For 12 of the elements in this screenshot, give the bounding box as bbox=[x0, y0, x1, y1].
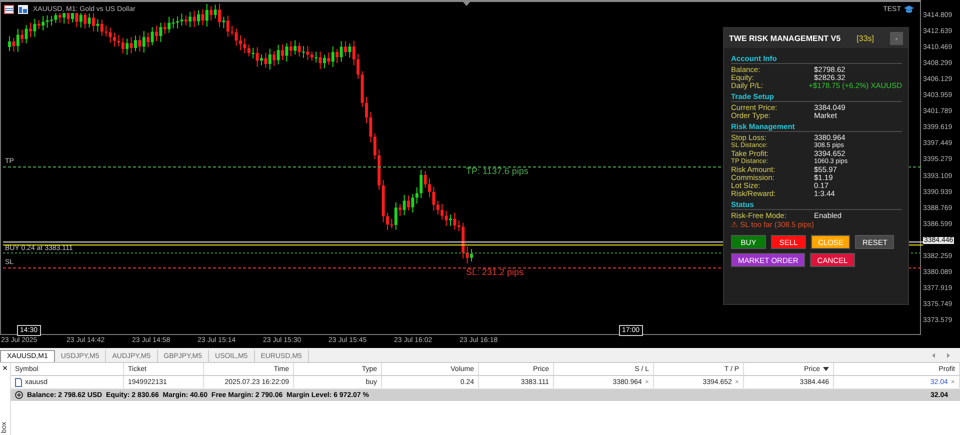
document-icon bbox=[15, 378, 22, 386]
close-button[interactable]: × bbox=[2, 363, 8, 373]
grid-icon[interactable] bbox=[4, 5, 14, 14]
countdown-timer: [33s] bbox=[856, 34, 874, 42]
level-note: TP: 1137.6 pips bbox=[466, 166, 528, 176]
level-note: SL: 231.2 pips bbox=[466, 267, 524, 277]
panel-title: TWE RISK MANAGEMENT V5 bbox=[729, 34, 842, 42]
minimize-button[interactable]: - bbox=[890, 32, 903, 44]
chart-window-icon[interactable] bbox=[18, 5, 28, 14]
graduation-cap-icon[interactable] bbox=[904, 5, 914, 14]
scroll-marker-icon[interactable] bbox=[463, 2, 470, 6]
expand-icon[interactable] bbox=[15, 391, 23, 399]
